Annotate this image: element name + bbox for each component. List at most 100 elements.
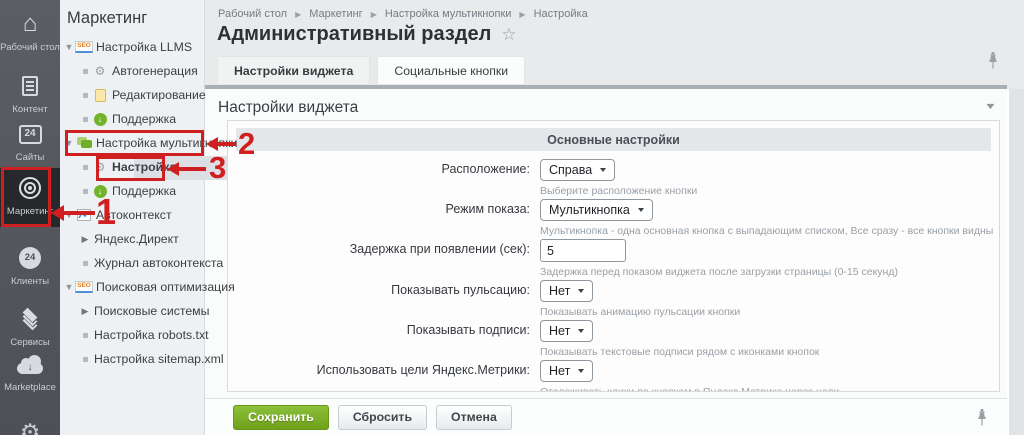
page-title: Административный раздел xyxy=(217,23,492,45)
sidebar-item-label: Рабочий стол xyxy=(0,42,60,53)
menu-item-support-1[interactable]: ↓ Поддержка xyxy=(60,107,204,131)
chevron-right-icon[interactable]: ▶ xyxy=(79,234,91,245)
menu-item-autogeneration[interactable]: ⚙ Автогенерация xyxy=(60,59,204,83)
form-row: Использовать цели Яндекс.Метрики: Нет От… xyxy=(228,358,999,391)
field-hint: Мультикнопка - одна основная кнопка с вы… xyxy=(540,225,995,237)
chevron-down-icon[interactable]: ▼ xyxy=(63,138,75,148)
target-icon xyxy=(19,177,41,199)
admin-app: ⌂ Рабочий стол Контент 24 Сайты Маркетин… xyxy=(0,0,1024,435)
field-label: Режим показа: xyxy=(445,202,530,216)
bullet-icon xyxy=(79,164,91,170)
display-mode-select[interactable]: Мультикнопка xyxy=(540,199,653,221)
sidebar-item-sites[interactable]: 24 Сайты xyxy=(0,120,60,163)
menu-title: Маркетинг xyxy=(67,9,148,27)
reset-button[interactable]: Сбросить xyxy=(337,404,427,430)
layers-icon xyxy=(17,306,43,332)
breadcrumb-separator-icon: ▶ xyxy=(370,9,377,19)
sidebar-item-label: Сервисы xyxy=(10,337,50,348)
delay-input[interactable] xyxy=(540,239,626,262)
menu-item-yandex-direct[interactable]: ▶ Яндекс.Директ xyxy=(60,227,204,251)
tab-social-buttons[interactable]: Социальные кнопки xyxy=(377,56,526,85)
menu-item-seo-optimization[interactable]: ▼ SEO Поисковая оптимизация xyxy=(60,275,235,299)
tab-bar: Настройки виджета Социальные кнопки xyxy=(217,56,526,85)
update-icon: ↓ xyxy=(93,112,107,126)
breadcrumb-item[interactable]: Настройка мультикнопки xyxy=(385,8,512,20)
chevron-down-icon xyxy=(600,168,607,172)
menu-item-llms-settings[interactable]: ▼ SEO Настройка LLMS xyxy=(60,35,204,59)
pin-icon[interactable] xyxy=(988,52,998,74)
breadcrumb-item[interactable]: Настройка xyxy=(534,8,588,20)
sidebar-item-services[interactable]: Сервисы xyxy=(0,305,60,348)
form-row: Задержка при появлении (сек): Задержка п… xyxy=(228,237,999,278)
marketing-menu-panel: Маркетинг ▼ SEO Настройка LLMS ⚙ Автоген… xyxy=(60,0,238,435)
breadcrumb: Рабочий стол ▶ Маркетинг ▶ Настройка мул… xyxy=(218,8,588,20)
document-icon xyxy=(22,76,38,96)
pulsation-select[interactable]: Нет xyxy=(540,280,594,302)
form-row: Расположение: Справа Выберите расположен… xyxy=(228,157,999,197)
chevron-down-icon[interactable]: ▼ xyxy=(63,210,75,220)
cancel-button[interactable]: Отмена xyxy=(436,404,512,430)
menu-item-multibutton-settings[interactable]: ▼ Настройка мультикнопки xyxy=(60,131,238,155)
form-footer: Сохранить Сбросить Отмена xyxy=(205,398,1007,435)
sidebar-item-clients[interactable]: 24 Клиенты xyxy=(0,244,60,287)
breadcrumb-item[interactable]: Рабочий стол xyxy=(218,8,287,20)
chevron-down-icon xyxy=(578,369,585,373)
sidebar-item-label: Клиенты xyxy=(10,276,50,287)
chevron-down-icon[interactable]: ▼ xyxy=(63,42,75,52)
main-content: Настройки виджета ▼ Основные настройки Р… xyxy=(205,89,1007,435)
dark-sidebar: ⌂ Рабочий стол Контент 24 Сайты Маркетин… xyxy=(0,0,60,435)
menu-item-settings-selected[interactable]: ⚙ Настройка xyxy=(60,155,204,179)
bullet-icon xyxy=(79,116,91,122)
save-button[interactable]: Сохранить xyxy=(233,404,329,430)
breadcrumb-separator-icon: ▶ xyxy=(295,9,302,19)
sidebar-item-marketing[interactable]: Маркетинг xyxy=(0,168,60,227)
chevron-right-icon[interactable]: ▶ xyxy=(79,306,91,317)
menu-item-sitemap-xml[interactable]: Настройка sitemap.xml xyxy=(60,347,224,371)
chevron-down-icon xyxy=(578,329,585,333)
menu-item-search-engines[interactable]: ▶ Поисковые системы xyxy=(60,299,210,323)
metrika-goals-select[interactable]: Нет xyxy=(540,360,594,382)
bullet-icon xyxy=(79,332,91,338)
chevron-down-icon[interactable]: ▼ xyxy=(63,282,75,292)
page-header: Рабочий стол ▶ Маркетинг ▶ Настройка мул… xyxy=(205,0,1024,85)
menu-item-support-2[interactable]: ↓ Поддержка xyxy=(60,179,204,203)
settings-form: Основные настройки Расположение: Справа … xyxy=(227,120,1000,392)
chart-icon xyxy=(77,209,91,221)
sidebar-item-marketplace[interactable]: ↓ Marketplace xyxy=(0,352,60,393)
breadcrumb-separator-icon: ▶ xyxy=(519,9,526,19)
sidebar-item-label: Маркетинг xyxy=(6,206,54,217)
cloud-download-icon: ↓ xyxy=(16,355,44,375)
menu-item-autocontext[interactable]: ▼ Автоконтекст xyxy=(60,203,204,227)
menu-item-robots-txt[interactable]: Настройка robots.txt xyxy=(60,323,209,347)
field-label: Показывать подписи: xyxy=(406,323,530,337)
right-gutter xyxy=(1007,89,1024,435)
field-label: Задержка при появлении (сек): xyxy=(349,242,530,256)
field-label: Расположение: xyxy=(441,162,530,176)
position-select[interactable]: Справа xyxy=(540,159,616,181)
gear-icon: ⚙ xyxy=(19,418,41,435)
clients-24-icon: 24 xyxy=(19,247,41,269)
section-collapse-icon[interactable]: ▼ xyxy=(984,101,997,111)
menu-list: ▼ SEO Настройка LLMS ⚙ Автогенерация Ред… xyxy=(60,35,238,371)
sidebar-item-desktop[interactable]: ⌂ Рабочий стол xyxy=(0,10,60,54)
bullet-icon xyxy=(79,68,91,74)
tab-widget-settings[interactable]: Настройки виджета xyxy=(217,56,371,85)
chevron-down-icon xyxy=(637,208,644,212)
bullet-icon xyxy=(79,188,91,194)
bullet-icon xyxy=(79,92,91,98)
home-icon: ⌂ xyxy=(22,10,38,37)
menu-item-editing[interactable]: Редактирование xyxy=(60,83,206,107)
pin-icon[interactable] xyxy=(977,409,987,431)
captions-select[interactable]: Нет xyxy=(540,320,594,342)
menu-item-autocontext-log[interactable]: Журнал автоконтекста xyxy=(60,251,223,275)
form-row: Режим показа: Мультикнопка Мультикнопка … xyxy=(228,197,999,237)
gear-icon: ⚙ xyxy=(94,160,106,174)
sidebar-item-label: Контент xyxy=(12,104,48,115)
sidebar-item-content[interactable]: Контент xyxy=(0,72,60,115)
chevron-down-icon xyxy=(578,289,585,293)
sidebar-item-settings[interactable]: ⚙ xyxy=(0,418,60,435)
favorite-star-icon[interactable]: ☆ xyxy=(501,25,516,45)
sidebar-item-label: Сайты xyxy=(15,152,45,163)
breadcrumb-item[interactable]: Маркетинг xyxy=(309,8,362,20)
chat-bubbles-icon xyxy=(76,137,92,149)
